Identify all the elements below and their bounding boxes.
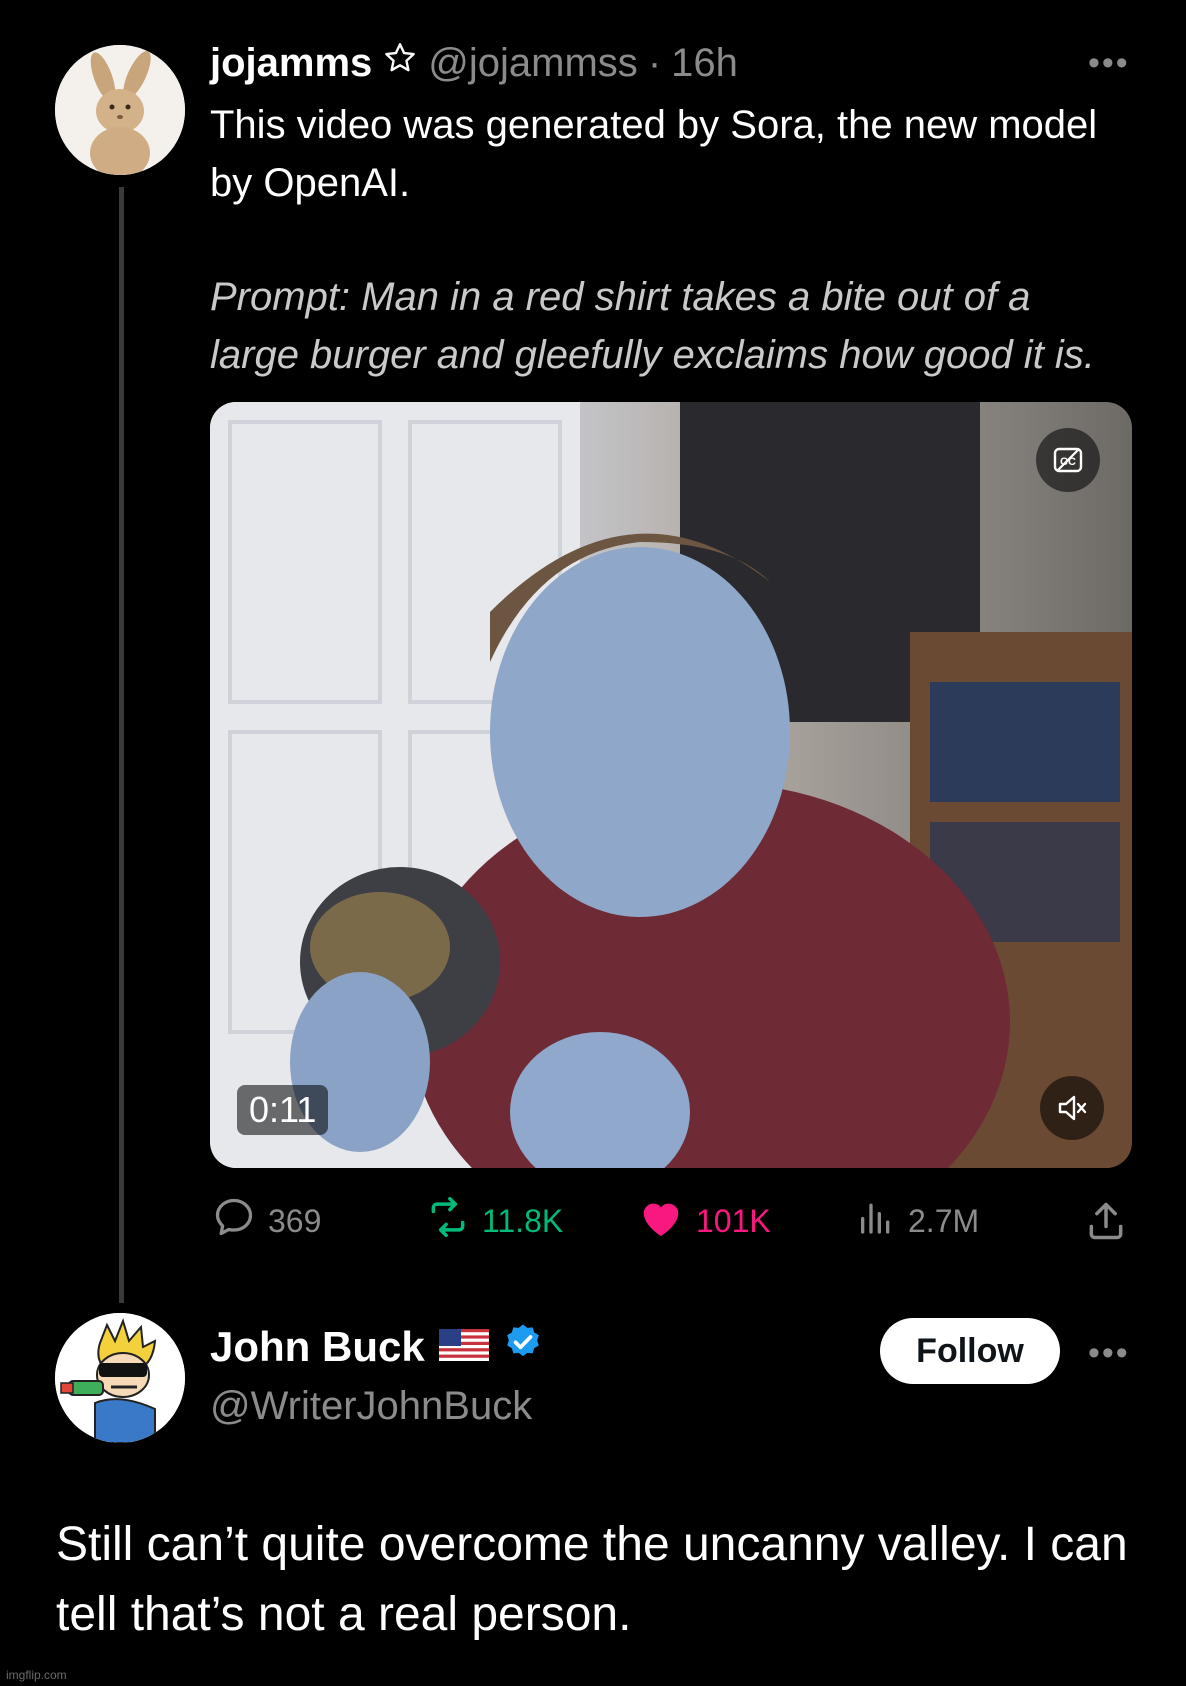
share-icon[interactable] (1084, 1196, 1128, 1246)
like-count: 101K (696, 1202, 771, 1239)
repost-stat[interactable]: 11.8K (426, 1196, 563, 1246)
verified-badge-icon (503, 1322, 543, 1372)
avatar-writerjohnbuck[interactable] (55, 1313, 185, 1443)
repost-count: 11.8K (482, 1202, 564, 1239)
timestamp[interactable]: 16h (671, 41, 738, 86)
more-icon[interactable]: ••• (1088, 44, 1130, 83)
views-stat[interactable]: 2.7M (856, 1196, 979, 1246)
display-name[interactable]: jojamms (210, 41, 372, 86)
tweet-1-header: jojamms @jojammss · 16h (210, 40, 738, 86)
video-player[interactable]: CC 0:11 (210, 402, 1132, 1168)
handle[interactable]: @WriterJohnBuck (210, 1384, 532, 1429)
reply-icon (212, 1195, 256, 1247)
more-icon[interactable]: ••• (1088, 1334, 1130, 1373)
tweet-2-text: Still can’t quite overcome the uncanny v… (56, 1518, 1128, 1641)
tweet-1-prompt: Prompt: Man in a red shirt takes a bite … (210, 275, 1095, 377)
views-icon (856, 1197, 896, 1245)
tweet-2-header: John Buck (210, 1322, 543, 1372)
thread-connector (119, 187, 124, 1303)
repost-icon (426, 1195, 470, 1247)
like-stat[interactable]: 101K (638, 1196, 771, 1246)
reply-count: 369 (268, 1202, 322, 1239)
separator: · (647, 40, 662, 85)
display-name[interactable]: John Buck (210, 1323, 425, 1371)
video-frame (210, 402, 1132, 1168)
watermark: imgflip.com (6, 1668, 67, 1682)
mute-icon[interactable] (1040, 1076, 1104, 1140)
video-time-badge: 0:11 (237, 1085, 329, 1135)
reply-stat[interactable]: 369 (212, 1196, 321, 1246)
avatar-jojamms[interactable] (55, 45, 185, 175)
tweet-1-text: This video was generated by Sora, the ne… (210, 103, 1098, 205)
handle[interactable]: @jojammss (428, 41, 638, 86)
follow-button[interactable]: Follow (880, 1318, 1060, 1384)
star-icon (382, 40, 418, 86)
captions-icon[interactable]: CC (1036, 428, 1100, 492)
flag-icon (438, 1323, 489, 1371)
like-icon (638, 1195, 684, 1247)
views-count: 2.7M (908, 1202, 980, 1239)
